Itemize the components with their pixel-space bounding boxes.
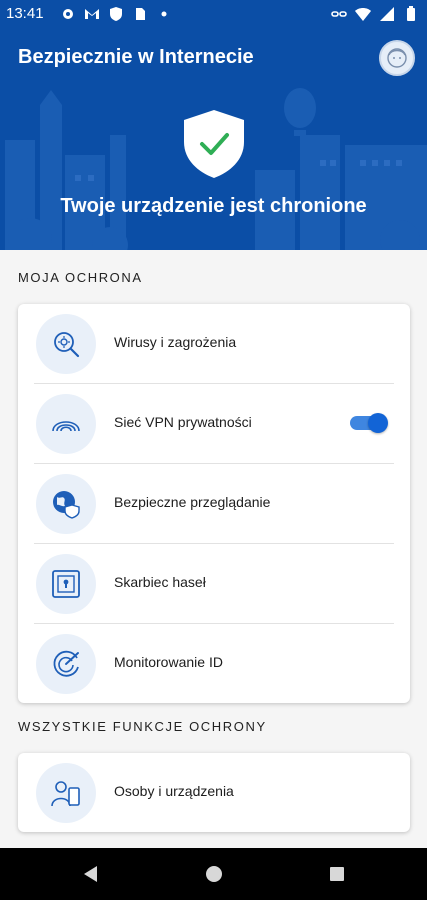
radar-icon — [53, 650, 79, 677]
globe-shield-icon — [53, 491, 80, 519]
protection-status: Twoje urządzenie jest chronione — [60, 195, 367, 217]
status-time: 13:41 — [6, 5, 44, 22]
list-item-password-vault[interactable]: Skarbiec haseł — [34, 544, 394, 624]
list-item-label: Sieć VPN prywatności — [114, 414, 252, 430]
app-title: Bezpiecznie w Internecie — [18, 46, 254, 68]
home-icon[interactable] — [205, 865, 223, 883]
shield-check-icon — [184, 110, 244, 178]
dot-icon — [161, 11, 167, 17]
vault-icon — [52, 570, 80, 598]
battery-icon — [407, 6, 415, 21]
all-features-card: Osoby i urządzenia — [18, 753, 410, 832]
list-item-id-monitoring[interactable]: Monitorowanie ID — [34, 624, 394, 703]
vpn-signal-icon — [52, 421, 80, 432]
link-icon — [331, 11, 347, 17]
people-devices-icon — [51, 781, 80, 807]
list-item-label: Bezpieczne przeglądanie — [114, 494, 271, 510]
status-bar: 13:41 — [0, 0, 427, 30]
back-icon[interactable] — [82, 865, 100, 883]
virus-search-icon — [54, 332, 80, 358]
vpn-toggle[interactable] — [350, 413, 388, 433]
my-protection-card: Wirusy i zagrożenia Sieć VPN prywatności… — [18, 304, 410, 703]
user-face-icon — [387, 48, 407, 68]
list-item-label: Monitorowanie ID — [114, 654, 223, 670]
section-title-all-features: WSZYSTKIE FUNKCJE OCHRONY — [18, 719, 267, 734]
list-item-vpn[interactable]: Sieć VPN prywatności — [34, 384, 394, 464]
recents-icon[interactable] — [328, 865, 346, 883]
list-item-people-devices[interactable]: Osoby i urządzenia — [34, 753, 394, 832]
wifi-icon — [355, 8, 371, 21]
gmail-icon — [85, 9, 99, 19]
gear-icon — [63, 9, 73, 19]
section-title-my-protection: MOJA OCHRONA — [18, 270, 143, 285]
list-item-label: Wirusy i zagrożenia — [114, 334, 237, 350]
list-item-label: Osoby i urządzenia — [114, 783, 234, 799]
signal-icon — [380, 7, 394, 21]
sim-icon — [136, 8, 145, 20]
avatar[interactable] — [379, 40, 415, 76]
list-item-viruses[interactable]: Wirusy i zagrożenia — [34, 304, 394, 384]
shield-icon — [110, 7, 122, 21]
list-item-label: Skarbiec haseł — [114, 574, 206, 590]
list-item-safe-browsing[interactable]: Bezpieczne przeglądanie — [34, 464, 394, 544]
header-banner: 13:41 Bezpiecznie w Internecie Twoje urz… — [0, 0, 427, 250]
system-nav-bar — [0, 848, 427, 900]
